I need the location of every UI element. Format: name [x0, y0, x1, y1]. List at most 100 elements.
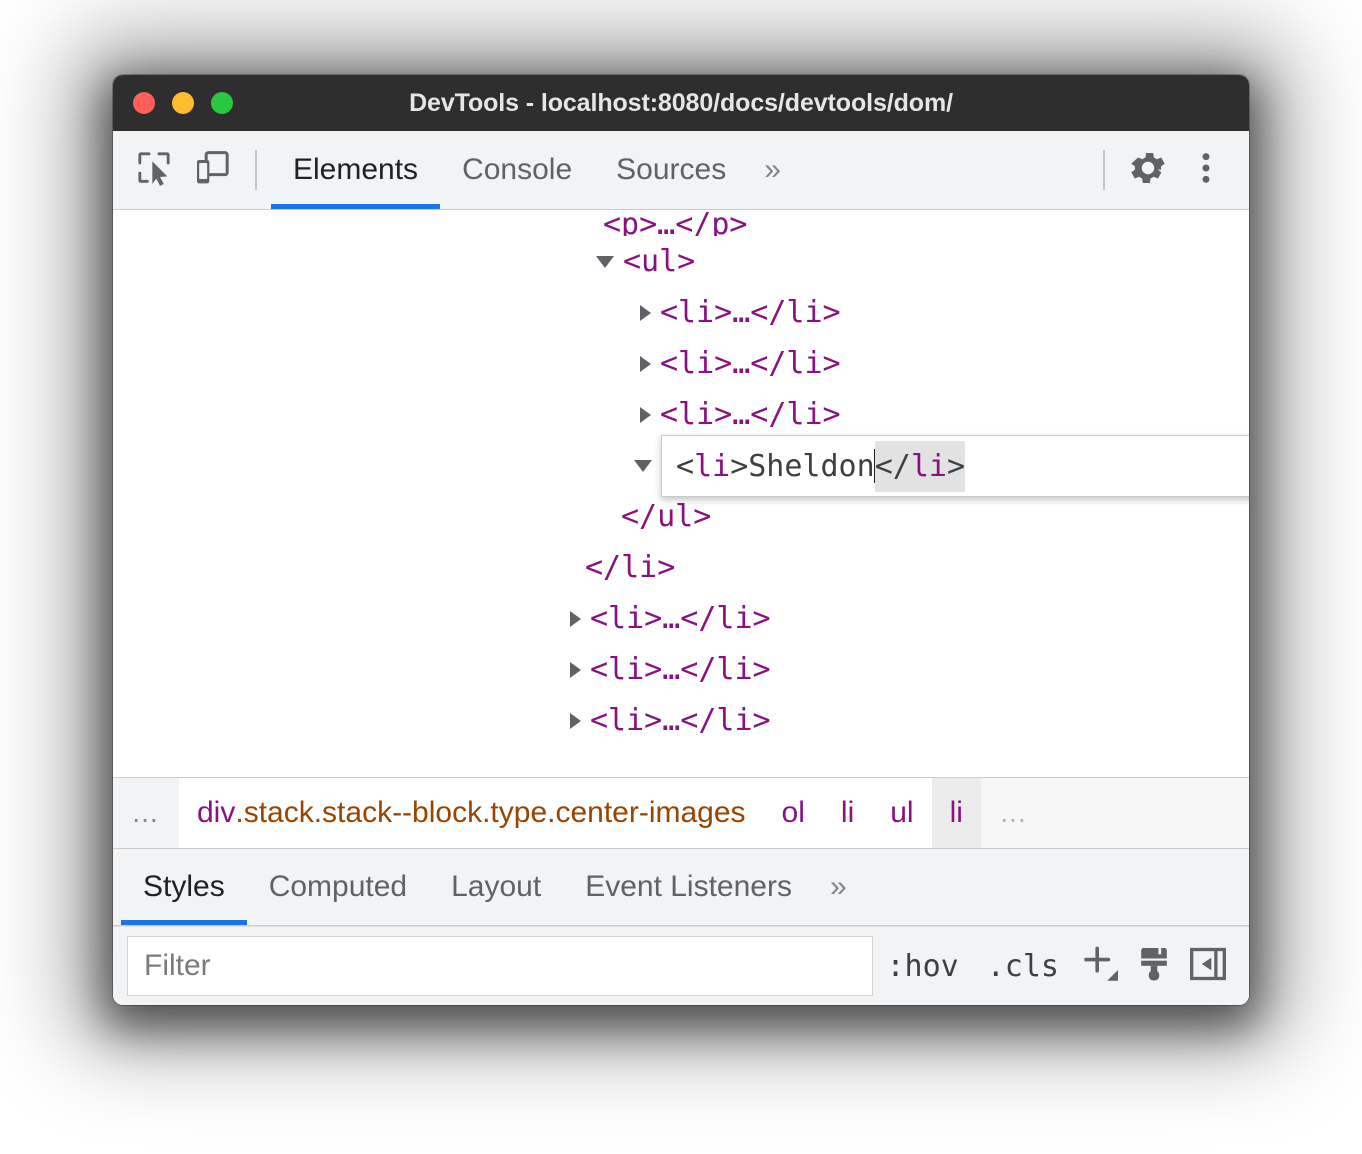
- chevron-down-icon[interactable]: [596, 255, 614, 268]
- dom-row-text: <li>…</li>: [660, 397, 841, 432]
- breadcrumb-item-li-selected[interactable]: li: [931, 778, 981, 848]
- breadcrumb-item-tag: li: [840, 796, 855, 829]
- dom-row-editing[interactable]: < li > Sheldon </li>: [113, 435, 1249, 497]
- title-bar: DevTools - localhost:8080/docs/devtools/…: [113, 75, 1249, 131]
- toggle-sidebar-button[interactable]: [1181, 939, 1235, 993]
- tab-elements[interactable]: Elements: [271, 131, 441, 209]
- chevron-right-icon[interactable]: [570, 661, 581, 678]
- breadcrumb-item-tag: div: [197, 796, 236, 829]
- tab-console[interactable]: Console: [440, 131, 594, 209]
- minimize-button[interactable]: [172, 92, 194, 114]
- chevron-right-icon[interactable]: [640, 355, 651, 372]
- window-title: DevTools - localhost:8080/docs/devtools/…: [409, 88, 953, 117]
- tab-computed-label: Computed: [268, 870, 408, 903]
- dom-row-text: <li>…</li>: [660, 295, 841, 330]
- chevron-right-icon[interactable]: [570, 712, 581, 729]
- dom-row-text: </li>: [585, 550, 676, 585]
- inspect-element-button[interactable]: [125, 141, 183, 199]
- dom-row-text: <li>…</li>: [590, 601, 771, 636]
- tab-console-label: Console: [462, 153, 573, 186]
- tab-styles[interactable]: Styles: [121, 849, 247, 925]
- dom-row[interactable]: <li>…</li>: [113, 338, 1249, 389]
- breadcrumb: … div .stack.stack--block.type.center-ima…: [113, 777, 1249, 849]
- dom-row[interactable]: <ul>: [113, 236, 1249, 287]
- edit-open-tagname: li: [694, 448, 731, 484]
- dom-row[interactable]: <li>…</li>: [113, 695, 1249, 746]
- edit-open-bracket-end: >: [730, 448, 749, 484]
- window-controls: [113, 92, 233, 114]
- tab-layout-label: Layout: [451, 870, 542, 903]
- breadcrumb-overflow-right[interactable]: …: [980, 778, 1249, 848]
- new-style-rule-button[interactable]: [1073, 939, 1127, 993]
- dom-row-text: <li>…</li>: [590, 652, 771, 687]
- dom-row-text: <ul>: [623, 244, 696, 279]
- devtools-window: DevTools - localhost:8080/docs/devtools/…: [113, 75, 1249, 1005]
- element-classes-label: .cls: [986, 948, 1059, 984]
- breadcrumb-item-tag: ul: [890, 796, 914, 829]
- dom-row[interactable]: <p>…</p>: [113, 210, 1249, 236]
- toggle-hover-states-button[interactable]: :hov: [873, 949, 973, 984]
- new-style-rule-icon: [1076, 940, 1124, 993]
- styles-more-tabs-button[interactable]: »: [814, 870, 863, 904]
- edit-close-tagname: li: [910, 448, 947, 484]
- more-tabs-button[interactable]: »: [748, 153, 797, 187]
- dom-row[interactable]: <li>…</li>: [113, 593, 1249, 644]
- breadcrumb-item-div[interactable]: div .stack.stack--block.type.center-image…: [179, 778, 764, 848]
- breadcrumb-item-tag: li: [949, 796, 963, 829]
- dom-row-text: <li>…</li>: [590, 703, 771, 738]
- more-options-button[interactable]: [1177, 141, 1235, 199]
- chevron-down-icon[interactable]: [634, 459, 652, 472]
- settings-button[interactable]: [1119, 141, 1177, 199]
- toggle-sidebar-icon: [1186, 942, 1230, 991]
- maximize-button[interactable]: [211, 92, 233, 114]
- breadcrumb-item-ul[interactable]: ul: [872, 778, 932, 848]
- chevron-double-right-icon: »: [764, 153, 781, 186]
- edit-close-bracket: </: [874, 448, 911, 484]
- paintbrush-icon: [1132, 942, 1176, 991]
- dom-tree[interactable]: <p>…</p> <ul> <li>…</li> <li>…</li> <li>…: [113, 210, 1249, 777]
- chevron-double-right-icon: »: [829, 870, 847, 903]
- breadcrumb-item-classes: .stack.stack--block.type.center-images: [235, 796, 746, 829]
- tab-computed[interactable]: Computed: [247, 849, 429, 925]
- tab-layout[interactable]: Layout: [429, 849, 563, 925]
- breadcrumb-item-tag: ol: [781, 796, 805, 829]
- dom-row-text: <li>…</li>: [660, 346, 841, 381]
- tab-elements-label: Elements: [293, 153, 419, 186]
- devtools-toolbar: Elements Console Sources »: [113, 131, 1249, 210]
- dom-row[interactable]: <li>…</li>: [113, 644, 1249, 695]
- dom-row[interactable]: <li>…</li>: [113, 287, 1249, 338]
- element-style-button[interactable]: [1127, 939, 1181, 993]
- chevron-right-icon[interactable]: [570, 610, 581, 627]
- breadcrumb-item-li[interactable]: li: [822, 778, 873, 848]
- dom-row[interactable]: </ul>: [113, 491, 1249, 542]
- tab-event-listeners[interactable]: Event Listeners: [563, 849, 814, 925]
- styles-filter-bar: Filter :hov .cls: [113, 926, 1249, 1005]
- device-toolbar-icon: [192, 148, 232, 193]
- toggle-element-classes-button[interactable]: .cls: [973, 949, 1073, 984]
- dom-edit-input[interactable]: < li > Sheldon </li>: [661, 435, 1249, 497]
- chevron-right-icon[interactable]: [640, 406, 651, 423]
- breadcrumb-overflow-left[interactable]: …: [113, 778, 179, 848]
- tab-sources-label: Sources: [616, 153, 727, 186]
- gear-icon: [1126, 146, 1170, 195]
- dom-row[interactable]: <li>…</li>: [113, 389, 1249, 440]
- chevron-right-icon[interactable]: [640, 304, 651, 321]
- dom-row-text: </ul>: [621, 499, 712, 534]
- toolbar-divider-right: [1103, 150, 1105, 190]
- more-options-icon: [1186, 148, 1226, 193]
- hover-states-label: :hov: [886, 948, 959, 984]
- close-button[interactable]: [133, 92, 155, 114]
- styles-panel-tabs: Styles Computed Layout Event Listeners »: [113, 849, 1249, 926]
- edit-text-value: Sheldon: [748, 448, 875, 484]
- dom-row[interactable]: </li>: [113, 542, 1249, 593]
- tab-styles-label: Styles: [143, 870, 225, 903]
- device-toolbar-button[interactable]: [183, 141, 241, 199]
- edit-open-bracket: <: [676, 448, 695, 484]
- tab-event-listeners-label: Event Listeners: [585, 870, 792, 903]
- tab-sources[interactable]: Sources: [594, 131, 748, 209]
- breadcrumb-item-ol[interactable]: ol: [763, 778, 823, 848]
- edit-close-bracket-end: >: [946, 448, 965, 484]
- toolbar-divider-left: [255, 150, 257, 190]
- breadcrumb-right-ellipsis-label: …: [998, 797, 1029, 828]
- filter-input[interactable]: Filter: [127, 936, 873, 996]
